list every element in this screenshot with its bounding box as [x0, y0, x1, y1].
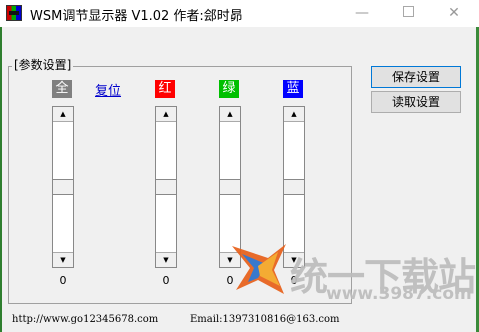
scroll-thumb[interactable] [53, 179, 73, 195]
window-title: WSM调节显示器 V1.02 作者:郐时昴 [30, 9, 243, 24]
scroll-up-arrow-icon[interactable]: ▲ [284, 107, 304, 122]
group-title: [参数设置] [12, 56, 74, 73]
scroll-thumb[interactable] [284, 179, 304, 195]
save-settings-button[interactable]: 保存设置 [371, 66, 461, 88]
watermark-logo-icon [232, 244, 286, 294]
channel-red-value: 0 [162, 274, 170, 287]
email-text: Email:1397310816@163.com [190, 314, 340, 325]
scroll-down-arrow-icon[interactable]: ▼ [53, 252, 73, 267]
title-bar[interactable]: WSM调节显示器 V1.02 作者:郐时昴 — ✕ [0, 0, 479, 27]
read-settings-button[interactable]: 读取设置 [371, 91, 461, 113]
channel-blue-swatch: 蓝 [283, 80, 303, 98]
close-button[interactable]: ✕ [431, 0, 477, 27]
scroll-thumb[interactable] [156, 179, 176, 195]
app-icon [6, 5, 22, 21]
maximize-button[interactable] [385, 0, 431, 27]
channel-green-swatch: 绿 [219, 80, 239, 98]
channel-all-value: 0 [59, 274, 67, 287]
scroll-thumb[interactable] [220, 179, 240, 195]
reset-link[interactable]: 复位 [95, 80, 121, 99]
minimize-button[interactable]: — [339, 0, 385, 27]
scroll-up-arrow-icon[interactable]: ▲ [53, 107, 73, 122]
channel-all-swatch: 全 [52, 80, 72, 98]
maximize-icon [402, 6, 414, 17]
channel-red-scrollbar[interactable]: ▲ ▼ [155, 106, 177, 268]
watermark-url: www.3987.com [326, 284, 472, 304]
watermark: 统一下载站 www.3987.com [228, 232, 476, 308]
channel-all-scrollbar[interactable]: ▲ ▼ [52, 106, 74, 268]
scroll-up-arrow-icon[interactable]: ▲ [220, 107, 240, 122]
website-text: http://www.go12345678.com [12, 314, 159, 325]
scroll-up-arrow-icon[interactable]: ▲ [156, 107, 176, 122]
channel-red-swatch: 红 [155, 80, 175, 98]
scroll-down-arrow-icon[interactable]: ▼ [156, 252, 176, 267]
background-left-edge [0, 27, 2, 332]
